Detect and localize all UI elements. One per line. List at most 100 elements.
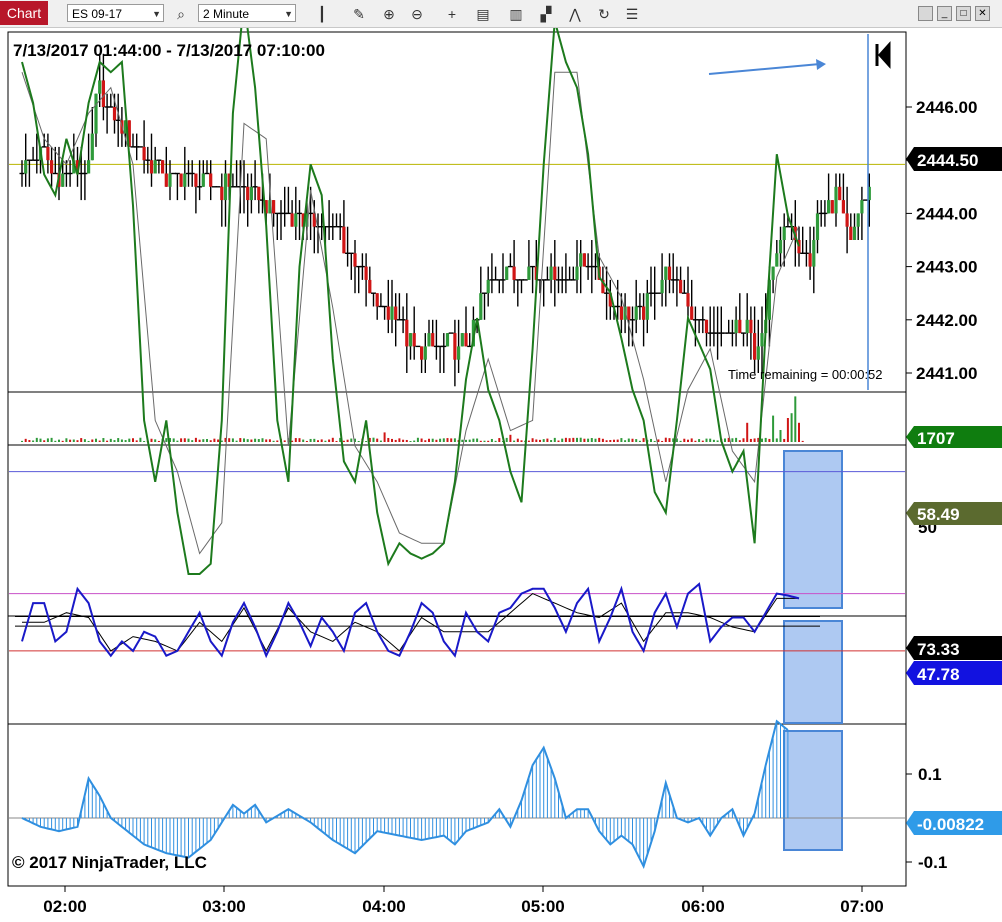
time-remaining: Time remaining = 00:00:52: [728, 367, 883, 382]
chart-tab[interactable]: Chart: [0, 1, 48, 25]
maximize-icon[interactable]: □: [956, 6, 971, 21]
volume-bar: [779, 430, 782, 442]
chevron-down-icon: ▼: [284, 9, 293, 19]
price-bar-body: [815, 213, 820, 240]
properties-icon[interactable]: ☰: [623, 5, 641, 23]
volume-bar: [583, 438, 586, 442]
volume-bar: [272, 440, 275, 442]
volume-bar: [701, 440, 704, 442]
minimize-icon[interactable]: _: [937, 6, 952, 21]
volume-bar: [128, 438, 131, 442]
price-bar-body: [834, 186, 838, 214]
oscillator-badge-mid-value: 47.78: [917, 665, 960, 684]
volume-bar: [594, 438, 597, 442]
volume-bar: [376, 438, 379, 442]
price-bar-body: [464, 333, 468, 347]
volume-bar: [409, 441, 412, 442]
bar-type-icon[interactable]: ┃: [313, 5, 331, 23]
volume-bar: [209, 440, 212, 442]
volume-bar: [402, 439, 405, 442]
volume-bar: [587, 438, 590, 442]
volume-bar: [372, 437, 375, 442]
volume-bar: [228, 438, 231, 442]
volume-bar: [113, 440, 116, 442]
volume-bar: [320, 439, 323, 442]
volume-bar: [302, 439, 305, 442]
crosshair-icon[interactable]: +: [443, 5, 461, 23]
volume-bar: [61, 440, 64, 442]
volume-bar: [476, 438, 479, 442]
volume-bar: [261, 438, 264, 442]
price-bar-body: [249, 186, 253, 201]
strategies-icon[interactable]: ▥: [507, 5, 525, 23]
volume-bar: [553, 437, 556, 442]
close-icon[interactable]: ✕: [975, 6, 990, 21]
zoom-out-icon[interactable]: ⊖: [408, 5, 426, 23]
price-tick-label: 2443.00: [916, 258, 977, 277]
volume-bar: [342, 440, 345, 442]
search-icon[interactable]: ⌕: [172, 5, 190, 23]
volume-bar: [535, 439, 538, 442]
volume-bar: [305, 440, 308, 442]
price-bar-body: [812, 240, 816, 267]
indicators-icon[interactable]: ▞: [537, 5, 555, 23]
volume-bar: [461, 439, 464, 442]
volume-bar: [398, 438, 401, 442]
zoom-in-icon[interactable]: ⊕: [380, 5, 398, 23]
volume-bar: [132, 438, 134, 442]
chart-toolbar: Chart ES 09-17 ▼ ⌕ 2 Minute ▼ ┃ ✎ ⊕ ⊖ + ▤ …: [0, 0, 1002, 28]
draw-icon[interactable]: ✎: [350, 5, 368, 23]
volume-bar: [479, 440, 482, 442]
chart-canvas[interactable]: 2446.002445.002444.002443.002442.002441.…: [0, 28, 1002, 922]
time-tick-label: 05:00: [521, 897, 564, 916]
price-bar-body: [778, 240, 783, 254]
volume-bar: [450, 438, 453, 442]
price-bar-body: [553, 266, 557, 280]
volume-bar: [557, 440, 560, 442]
price-bar-body: [775, 253, 779, 267]
volume-bar: [598, 437, 601, 442]
volume-bar: [439, 438, 442, 442]
volume-bar: [798, 422, 800, 442]
price-bar-body: [512, 266, 516, 280]
volume-bar: [276, 440, 279, 442]
volume-bar: [120, 439, 123, 442]
restore-icon[interactable]: [918, 6, 933, 21]
volume-bar: [520, 440, 523, 442]
price-bar-body: [164, 173, 168, 187]
reload-icon[interactable]: ↻: [595, 5, 613, 23]
volume-bar: [428, 438, 430, 442]
volume-bar: [198, 439, 201, 442]
volume-bar: [790, 413, 793, 442]
volume-bar: [579, 437, 582, 442]
price-bar-body: [364, 266, 368, 280]
price-bar-body: [760, 333, 764, 347]
volume-bar: [76, 440, 79, 442]
data-box-icon[interactable]: ▤: [474, 5, 492, 23]
price-bar-body: [194, 173, 198, 187]
volume-bar: [102, 438, 105, 442]
volume-bar: [106, 440, 109, 442]
volume-bar: [80, 438, 83, 442]
volume-bar: [627, 438, 630, 442]
volume-bar: [239, 438, 242, 442]
volume-bar: [58, 439, 60, 442]
volume-bar: [490, 438, 493, 442]
volume-bar: [631, 438, 634, 442]
volume-bar: [135, 440, 138, 442]
interval-select[interactable]: 2 Minute ▼: [198, 4, 296, 22]
price-tick-label: 2444.00: [916, 204, 977, 223]
instrument-select[interactable]: ES 09-17 ▼: [67, 4, 164, 22]
price-bar-body: [457, 346, 461, 360]
volume-bar: [257, 439, 260, 442]
price-bar-body: [619, 306, 623, 320]
time-tick-label: 03:00: [202, 897, 245, 916]
price-bar-body: [627, 306, 631, 320]
volume-bar: [764, 437, 767, 442]
chevron-down-icon: ▼: [152, 9, 161, 19]
volume-bar: [24, 438, 27, 442]
volume-bar: [383, 432, 386, 442]
drawing-tools-icon[interactable]: ⋀: [566, 5, 584, 23]
time-tick-label: 04:00: [362, 897, 405, 916]
volume-bar: [32, 440, 35, 442]
